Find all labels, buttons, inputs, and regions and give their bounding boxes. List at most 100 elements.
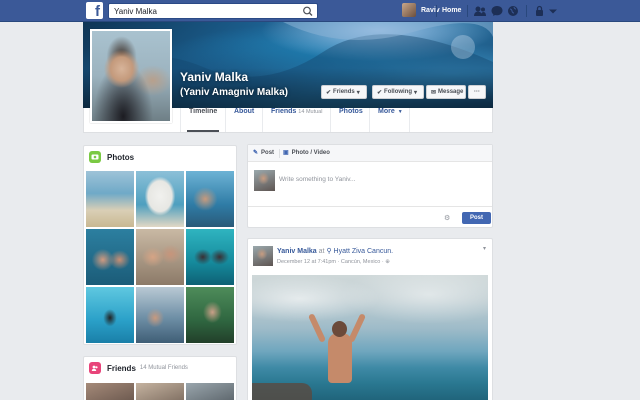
mutual-friends-count: 14 Mutual Friends (139, 365, 188, 371)
photo-thumbnail[interactable] (186, 171, 234, 227)
tab-label: About (234, 108, 255, 115)
messages-icon[interactable] (490, 4, 504, 18)
avatar (402, 3, 416, 17)
post-composer: ✎ Post ▣ Photo / Video ⚙ Post (247, 144, 493, 228)
photos-card: Photos (83, 145, 237, 345)
mutual-count: 14 Mutual (298, 109, 323, 115)
divider (467, 5, 468, 17)
message-button[interactable]: ✉ Message (426, 85, 466, 99)
photos-card-title: Photos (107, 152, 135, 162)
photo-thumbnail[interactable] (86, 287, 134, 343)
composer-footer: ⚙ Post (248, 206, 492, 228)
photos-card-header[interactable]: Photos (89, 151, 134, 163)
location-pin-icon: ⚲ (326, 248, 332, 255)
chevron-down-icon: ▼ (397, 109, 403, 115)
tab-label: More (378, 108, 395, 115)
facebook-logo[interactable]: f (86, 2, 103, 19)
profile-name[interactable]: Yaniv Malka (180, 70, 248, 84)
composer-tabs: ✎ Post ▣ Photo / Video (248, 145, 492, 162)
search-input[interactable] (114, 5, 299, 18)
notifications-globe-icon[interactable] (506, 4, 520, 18)
post-meta: December 12 at 7:41pm · Cancún, Mexico ·… (277, 259, 390, 265)
search-box (108, 3, 318, 19)
checkmark-icon: ✔ (377, 89, 383, 96)
checkmark-icon: ✔ (326, 89, 332, 96)
tab-timeline[interactable]: Timeline (182, 108, 224, 132)
post-button[interactable]: Post (462, 212, 491, 224)
post-author[interactable]: Yaniv Malka (277, 248, 317, 255)
photo-thumbnail[interactable] (186, 229, 234, 285)
composer-tab-label: Post (261, 149, 275, 156)
divider (180, 108, 181, 132)
friend-thumbnail[interactable] (86, 383, 134, 400)
photo-rock (252, 383, 312, 400)
post-header: Yaniv Malka at ⚲ Hyatt Ziva Cancun. (277, 247, 393, 255)
gear-icon[interactable]: ⚙ (444, 214, 450, 222)
friend-thumbnail[interactable] (136, 383, 184, 400)
friends-card-header[interactable]: Friends 14 Mutual Friends (89, 362, 188, 374)
friend-grid (86, 383, 236, 400)
search-icon[interactable] (301, 5, 315, 18)
friends-button-label: Friends (333, 89, 355, 95)
post-location[interactable]: Cancún, Mexico (341, 259, 380, 265)
tab-label: Timeline (189, 108, 218, 115)
friends-button[interactable]: ✔ Friends ▾ (321, 85, 367, 99)
avatar[interactable] (253, 246, 273, 266)
profile-shortcut[interactable]: Raviv (402, 3, 440, 17)
top-navigation-bar: f Raviv Home (0, 0, 640, 22)
photo-thumbnail[interactable] (136, 171, 184, 227)
photo-sky (252, 275, 488, 355)
following-button[interactable]: ✔ Following ▾ (372, 85, 424, 99)
composer-tab-label: Photo / Video (291, 149, 330, 156)
photo-thumbnail[interactable] (186, 287, 234, 343)
friends-card: Friends 14 Mutual Friends (83, 356, 237, 400)
friend-thumbnail[interactable] (186, 383, 234, 400)
message-button-label: Message (438, 89, 464, 95)
profile-picture[interactable] (90, 29, 172, 123)
post-date[interactable]: December 12 at 7:41pm (277, 259, 336, 265)
more-options-button[interactable]: ··· (468, 85, 486, 99)
divider (262, 108, 263, 132)
photos-icon (89, 151, 101, 163)
divider (330, 108, 331, 132)
chevron-down-icon[interactable]: ▾ (483, 245, 486, 252)
photo-thumbnail[interactable] (86, 229, 134, 285)
tab-photos[interactable]: Photos (332, 108, 370, 132)
divider (436, 5, 437, 17)
composer-tab-photo-video[interactable]: ▣ Photo / Video (283, 149, 330, 157)
photo-thumbnail[interactable] (136, 229, 184, 285)
post-at-text: at (318, 248, 325, 255)
photo-thumbnail[interactable] (136, 287, 184, 343)
divider (279, 149, 280, 158)
more-dots-icon: ··· (474, 89, 480, 95)
photo-thumbnail[interactable] (86, 171, 134, 227)
tab-friends[interactable]: Friends 14 Mutual (264, 108, 329, 132)
tab-label: Photos (339, 108, 363, 115)
pencil-icon: ✎ (253, 150, 259, 156)
tab-more[interactable]: More ▼ (371, 108, 410, 132)
friends-icon (89, 362, 101, 374)
tab-about[interactable]: About (227, 108, 261, 132)
friend-requests-icon[interactable] (473, 4, 487, 18)
home-link[interactable]: Home (442, 7, 461, 14)
tab-label: Friends (271, 108, 297, 115)
privacy-lock-icon[interactable] (533, 4, 547, 18)
composer-tab-post[interactable]: ✎ Post (253, 149, 275, 157)
account-menu-arrow-icon[interactable] (546, 4, 560, 18)
globe-icon[interactable]: ⊕ (385, 259, 390, 265)
post-place[interactable]: Hyatt Ziva Cancun. (334, 248, 394, 255)
friends-card-title: Friends (107, 363, 136, 373)
divider (526, 5, 527, 17)
composer-input[interactable] (279, 176, 479, 183)
divider (225, 108, 226, 132)
divider (409, 108, 410, 132)
message-icon: ✉ (431, 89, 437, 96)
photo-grid (86, 171, 236, 343)
photo-subject (307, 313, 368, 400)
feed-post: Yaniv Malka at ⚲ Hyatt Ziva Cancun. Dece… (247, 238, 493, 400)
avatar (254, 170, 275, 191)
chevron-down-icon: ▾ (356, 89, 360, 96)
camera-icon: ▣ (283, 150, 289, 156)
following-button-label: Following (384, 89, 413, 95)
post-photo[interactable] (252, 275, 488, 400)
